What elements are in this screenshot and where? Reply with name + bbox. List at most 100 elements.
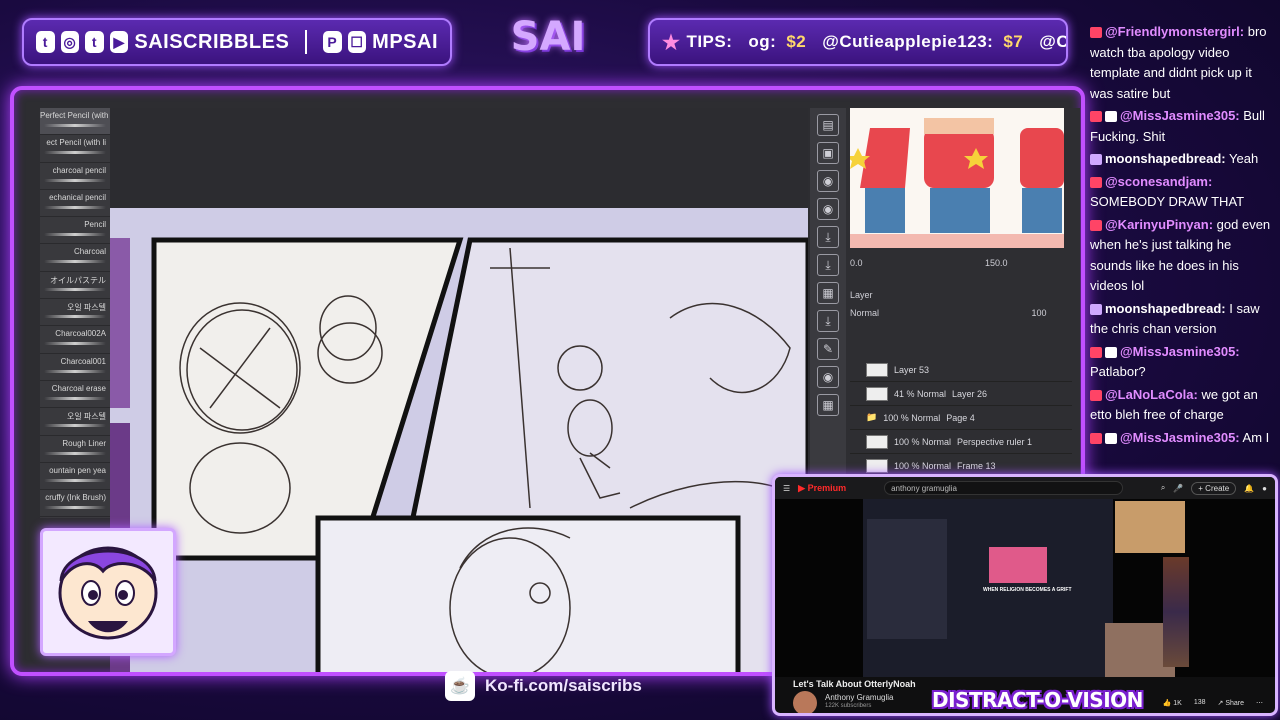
drawing-canvas[interactable] bbox=[110, 208, 808, 672]
chat-username: @MissJasmine305: bbox=[1120, 343, 1240, 359]
brush-item[interactable]: 오일 파스텔 bbox=[40, 299, 110, 327]
subscriber-count: 122K subscribers bbox=[825, 703, 872, 709]
chat-username: moonshapedbread: bbox=[1105, 300, 1226, 316]
folder-icon: 📁 bbox=[866, 412, 878, 422]
chat-username: moonshapedbread: bbox=[1105, 151, 1226, 166]
channel-name[interactable]: Anthony Gramuglia bbox=[825, 693, 893, 702]
reference-image bbox=[850, 108, 1064, 248]
create-button[interactable]: + Create bbox=[1191, 481, 1237, 495]
star-icon: ★ bbox=[662, 31, 681, 54]
brush-item[interactable]: Charcoal erase bbox=[40, 381, 110, 409]
kofi-link[interactable]: Ko-fi.com/saiscribs bbox=[485, 676, 642, 696]
socials-pill: t ◎ t ▶ SAISCRIBBLES P ☐ MPSAI bbox=[22, 18, 452, 66]
kofi-cup-icon: ☕ bbox=[445, 671, 475, 701]
participant-column bbox=[1163, 557, 1189, 667]
chat-badge-icon bbox=[1090, 176, 1102, 188]
chat-badge-icon bbox=[1105, 346, 1117, 358]
chat-badge-icon bbox=[1090, 389, 1102, 401]
like-button[interactable]: 👍 1K bbox=[1163, 699, 1182, 707]
layer-row[interactable]: 100 % Normal Perspective ruler 1 bbox=[850, 430, 1072, 454]
grid-icon[interactable]: ▦ bbox=[817, 394, 839, 416]
brush-item[interactable]: Perfect Pencil (with bbox=[40, 108, 110, 136]
channel-avatar[interactable] bbox=[793, 691, 817, 713]
blend-controls: Normal 100 bbox=[850, 308, 1072, 318]
brush-item[interactable]: cruffy (Ink Brush) bbox=[40, 490, 110, 518]
opacity-value: 100 bbox=[1031, 308, 1047, 318]
download-icon[interactable]: ⤓ bbox=[817, 310, 839, 332]
chat-message: @MissJasmine305: Patlabor? bbox=[1090, 342, 1275, 383]
chat-username: @LaNoLaCola: bbox=[1105, 386, 1198, 402]
search-icon[interactable]: ⌕ bbox=[1161, 483, 1165, 493]
chat-badge-icon bbox=[1105, 111, 1117, 123]
bell-icon[interactable]: 🔔 bbox=[1244, 484, 1254, 493]
layer-name: Perspective ruler 1 bbox=[957, 436, 1033, 447]
brush-item[interactable]: Charcoal bbox=[40, 244, 110, 272]
layer-opacity: 100 % Normal bbox=[894, 460, 952, 471]
layer-row[interactable]: 📁 100 % Normal Page 4 bbox=[850, 406, 1072, 430]
youtube-icon: ▶ bbox=[109, 31, 129, 53]
tip-amount: $2 bbox=[786, 32, 807, 51]
video-title[interactable]: Let's Talk About OtterlyNoah bbox=[793, 679, 916, 689]
patreon-icon: P bbox=[322, 31, 342, 53]
chat-message: @Friendlymonstergirl: bro watch tba apol… bbox=[1090, 22, 1275, 104]
menu-icon[interactable]: ☰ bbox=[783, 484, 790, 493]
camera-icon[interactable]: ◉ bbox=[817, 198, 839, 220]
kofi-banner[interactable]: ☕ Ko-fi.com/saiscribs bbox=[445, 668, 675, 704]
tip-user: @Cutieapplepie123: bbox=[822, 32, 994, 51]
brush-panel: Perfect Pencil (with ect Pencil (with li… bbox=[40, 108, 110, 518]
streamer-webcam bbox=[1115, 501, 1185, 553]
overlay-title: DISTRACT-O-VISION bbox=[932, 688, 1143, 712]
brand-logo: SAI bbox=[510, 14, 586, 60]
chat-username: @KarinyuPinyan: bbox=[1105, 216, 1214, 232]
blend-mode-select[interactable]: Normal bbox=[850, 308, 879, 318]
video-player[interactable]: WHEN RELIGION BECOMES A GRIFT bbox=[775, 499, 1275, 677]
layer-opacity: 100 % Normal bbox=[894, 436, 952, 447]
brush-item[interactable]: Rough Liner bbox=[40, 436, 110, 463]
image-icon[interactable]: ▣ bbox=[817, 142, 839, 164]
layer-row[interactable]: 41 % Normal Layer 26 bbox=[850, 382, 1072, 406]
camera-icon[interactable]: ◉ bbox=[817, 170, 839, 192]
brush-item[interactable]: Pencil bbox=[40, 217, 110, 245]
brush-item[interactable]: charcoal pencil bbox=[40, 163, 110, 190]
tips-ticker: ★ TIPS: og: $2 @Cutieapplepie123: $7 @Ch… bbox=[648, 18, 1068, 66]
layer-icon[interactable]: ▤ bbox=[817, 114, 839, 136]
brush-item[interactable]: echanical pencil bbox=[40, 190, 110, 218]
chat-message: moonshapedbread: Yeah bbox=[1090, 149, 1275, 170]
layer-row[interactable]: Layer 53 bbox=[850, 358, 1072, 382]
chat-badge-icon bbox=[1090, 303, 1102, 315]
dislike-count: 138 bbox=[1193, 699, 1206, 706]
brush-item[interactable]: Charcoal002A bbox=[40, 326, 110, 354]
search-input[interactable]: anthony gramuglia bbox=[884, 481, 1123, 495]
chat-badge-icon bbox=[1105, 432, 1117, 444]
brush-item[interactable]: オイルパステル bbox=[40, 272, 110, 300]
layer-name: Page 4 bbox=[946, 412, 975, 423]
layer-thumbnail bbox=[866, 458, 888, 473]
edit-icon[interactable]: ✎ bbox=[817, 338, 839, 360]
chat-username: @MissJasmine305: bbox=[1120, 108, 1240, 123]
grid-icon[interactable]: ▦ bbox=[817, 282, 839, 304]
tips-label: TIPS: bbox=[686, 32, 733, 51]
share-button[interactable]: ↗ Share bbox=[1218, 699, 1245, 707]
chat-badge-icon bbox=[1090, 219, 1102, 231]
avatar-camera bbox=[40, 528, 176, 656]
brush-item[interactable]: ect Pencil (with li bbox=[40, 135, 110, 163]
chat-badge-icon bbox=[1090, 346, 1102, 358]
brush-item[interactable]: ountain pen yea bbox=[40, 463, 110, 491]
twitch-icon: ☐ bbox=[347, 31, 367, 53]
tip-user: og: bbox=[748, 32, 777, 51]
video-overlay: ☰ ▶ Premium anthony gramuglia ⌕ 🎤 + Crea… bbox=[772, 474, 1278, 716]
account-avatar[interactable]: ● bbox=[1262, 484, 1267, 493]
camera-icon[interactable]: ◉ bbox=[817, 366, 839, 388]
chat-message: moonshapedbread: I saw the chris chan ve… bbox=[1090, 299, 1275, 340]
thumbnail-caption: WHEN RELIGION BECOMES A GRIFT bbox=[983, 587, 1072, 593]
mic-icon[interactable]: 🎤 bbox=[1173, 484, 1183, 493]
layer-thumbnail bbox=[866, 362, 888, 377]
download-icon[interactable]: ⤓ bbox=[817, 226, 839, 248]
download-icon[interactable]: ⤓ bbox=[817, 254, 839, 276]
brush-item[interactable]: Charcoal001 bbox=[40, 354, 110, 381]
brush-item[interactable]: 오일 파스텔 bbox=[40, 408, 110, 436]
layer-tab[interactable]: Layer bbox=[850, 290, 1072, 300]
youtube-header: ☰ ▶ Premium anthony gramuglia ⌕ 🎤 + Crea… bbox=[775, 477, 1275, 499]
more-icon[interactable]: ⋯ bbox=[1256, 699, 1263, 707]
youtube-logo[interactable]: ▶ Premium bbox=[798, 483, 846, 494]
